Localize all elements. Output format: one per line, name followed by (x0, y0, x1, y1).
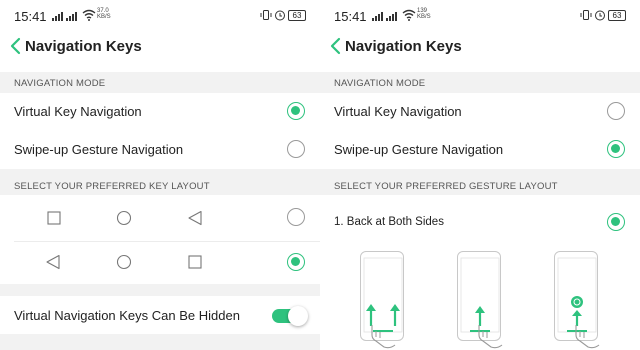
section-label: NAVIGATION MODE (14, 78, 106, 89)
option-label: Swipe-up Gesture Navigation (334, 142, 504, 157)
status-bar: 15:41 37.0 KB/S 63 (0, 0, 320, 30)
network-speed: 139 KB/S (417, 8, 431, 20)
wifi-icon (402, 9, 416, 21)
section-header-navigation-mode: NAVIGATION MODE (320, 72, 640, 93)
status-right-icons: 63 (580, 9, 626, 21)
network-speed: 37.0 KB/S (97, 8, 111, 20)
alarm-icon (595, 10, 605, 21)
settings-screen-virtual-keys: 15:41 37.0 KB/S 63 Navigation Keys NAVIG… (0, 0, 320, 350)
signal-icon (372, 12, 397, 21)
battery-icon: 63 (288, 9, 306, 21)
radio-selected[interactable] (607, 140, 625, 158)
section-label: SELECT YOUR PREFERRED GESTURE LAYOUT (334, 181, 558, 192)
bottom-spacer (0, 334, 320, 350)
option-swipe-up-gesture-navigation[interactable]: Swipe-up Gesture Navigation (0, 131, 320, 169)
alarm-icon (275, 10, 285, 21)
option-label: Virtual Key Navigation (14, 104, 142, 119)
radio-unselected[interactable] (287, 140, 305, 158)
page-title: Navigation Keys (345, 38, 462, 55)
key-layout-option-1[interactable] (0, 195, 320, 241)
vibrate-icon (260, 10, 272, 20)
back-triangle-icon (188, 210, 202, 226)
status-time: 15:41 (334, 9, 367, 24)
section-header-gesture-layout: SELECT YOUR PREFERRED GESTURE LAYOUT (320, 169, 640, 195)
section-label: NAVIGATION MODE (334, 78, 426, 89)
option-swipe-up-gesture-navigation[interactable]: Swipe-up Gesture Navigation (320, 131, 640, 169)
hide-keys-toggle[interactable] (272, 306, 308, 326)
status-bar: 15:41 139 KB/S 63 (320, 0, 640, 30)
square-icon (188, 255, 202, 269)
radio-unselected[interactable] (287, 208, 305, 226)
vibrate-icon (580, 10, 592, 20)
circle-icon (116, 254, 132, 270)
circle-icon (116, 210, 132, 226)
back-chevron-icon[interactable] (8, 36, 24, 56)
hand-gesture-icon (478, 325, 503, 349)
page-header: Navigation Keys (0, 30, 320, 64)
status-time: 15:41 (14, 9, 47, 24)
toggle-label: Virtual Navigation Keys Can Be Hidden (14, 308, 240, 323)
section-header-navigation-mode: NAVIGATION MODE (0, 72, 320, 93)
option-virtual-key-navigation[interactable]: Virtual Key Navigation (0, 93, 320, 131)
settings-screen-gesture: 15:41 139 KB/S 63 Navigation Keys NAVIGA… (320, 0, 640, 350)
radio-unselected[interactable] (607, 102, 625, 120)
option-virtual-key-navigation[interactable]: Virtual Key Navigation (320, 93, 640, 131)
page-title: Navigation Keys (25, 38, 142, 55)
section-spacer (0, 284, 320, 296)
key-layout-option-2[interactable] (0, 242, 320, 284)
page-header: Navigation Keys (320, 30, 640, 64)
toggle-knob (288, 306, 308, 326)
signal-icon (52, 12, 77, 21)
option-label: Swipe-up Gesture Navigation (14, 142, 184, 157)
back-chevron-icon[interactable] (328, 36, 344, 56)
radio-selected[interactable] (607, 213, 625, 231)
wifi-icon (82, 9, 96, 21)
square-icon (47, 211, 61, 225)
toggle-row-hide-navigation-keys[interactable]: Virtual Navigation Keys Can Be Hidden (0, 296, 320, 334)
battery-icon: 63 (608, 9, 626, 21)
back-triangle-icon (46, 254, 60, 270)
radio-selected[interactable] (287, 253, 305, 271)
section-header-key-layout: SELECT YOUR PREFERRED KEY LAYOUT (0, 169, 320, 195)
hand-gesture-icon (371, 325, 396, 349)
status-right-icons: 63 (260, 9, 306, 21)
option-label: Virtual Key Navigation (334, 104, 462, 119)
hand-gesture-icon (575, 325, 600, 349)
radio-selected[interactable] (287, 102, 305, 120)
gesture-layout-option-back-both-sides[interactable]: 1. Back at Both Sides (320, 195, 640, 350)
gesture-option-label: 1. Back at Both Sides (334, 216, 444, 228)
section-label: SELECT YOUR PREFERRED KEY LAYOUT (14, 181, 210, 192)
